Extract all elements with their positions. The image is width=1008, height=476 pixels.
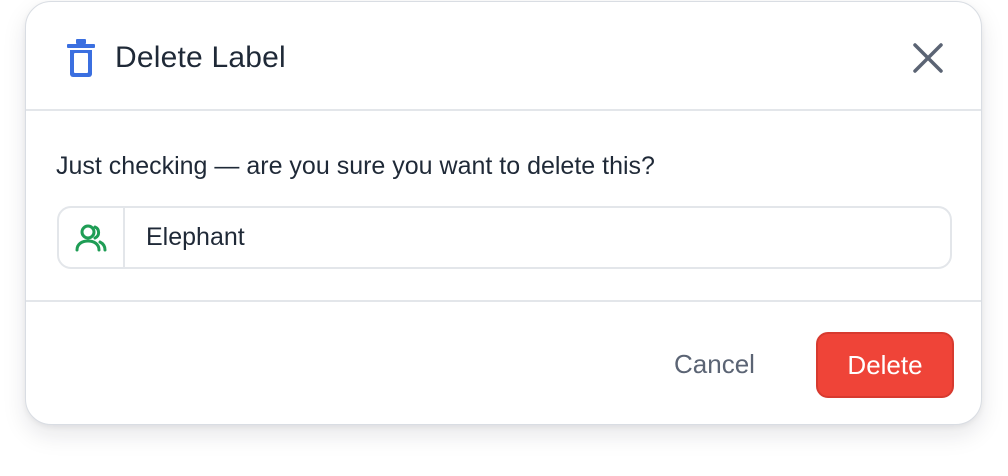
confirmation-question: Just checking — are you sure you want to… (56, 152, 655, 180)
delete-button[interactable]: Delete (816, 332, 954, 398)
delete-label-dialog: Delete Label Just checking — are you sur… (25, 1, 982, 425)
label-item: Elephant (57, 206, 952, 269)
dialog-title: Delete Label (115, 41, 286, 74)
dialog-body: Just checking — are you sure you want to… (26, 111, 981, 302)
label-name: Elephant (146, 223, 245, 251)
users-icon (75, 224, 107, 252)
dialog-footer: Cancel Delete (26, 302, 981, 424)
label-item-icon-cell (59, 208, 125, 267)
dialog-header: Delete Label (26, 2, 981, 111)
close-icon[interactable] (909, 39, 947, 77)
trash-icon (67, 39, 95, 77)
cancel-button[interactable]: Cancel (674, 346, 755, 382)
